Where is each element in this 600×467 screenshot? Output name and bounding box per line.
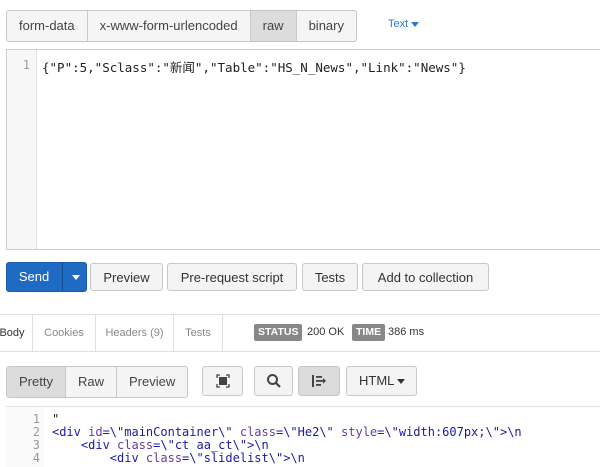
preview-button[interactable]: Preview — [90, 263, 163, 291]
tab-tests[interactable]: Tests — [174, 315, 223, 351]
chevron-down-icon — [397, 379, 406, 385]
response-code-line: 2 <div id=\"mainContainer\" class=\"He2\"… — [6, 425, 600, 439]
tab-preview-view[interactable]: Preview — [117, 367, 187, 397]
response-code-line: 1 " — [6, 412, 600, 426]
response-code-line: 4 <div class=\"slidelist\">\n — [6, 451, 600, 465]
format-dropdown[interactable]: HTML — [346, 366, 417, 396]
chevron-down-icon — [411, 21, 420, 27]
pre-request-script-button[interactable]: Pre-request script — [167, 263, 297, 291]
send-divider — [62, 263, 63, 291]
send-button[interactable]: Send — [6, 262, 87, 292]
response-line-number: 1 — [32, 412, 40, 426]
time-badge: TIME — [352, 324, 386, 341]
status-value: 200 OK — [307, 326, 345, 338]
line-number: 1 — [22, 58, 30, 72]
response-line-text: <div id=\"mainContainer\" class=\"He2\" … — [52, 425, 522, 439]
search-icon — [266, 374, 281, 388]
format-label: HTML — [359, 373, 395, 388]
tab-cookies[interactable]: Cookies — [33, 315, 96, 351]
add-to-collection-button[interactable]: Add to collection — [362, 263, 489, 291]
tab-raw[interactable]: raw — [250, 11, 297, 41]
tests-button[interactable]: Tests — [302, 263, 358, 291]
body-type-tabs: form-data x-www-form-urlencoded raw bina… — [6, 10, 357, 42]
tab-x-www-form-urlencoded[interactable]: x-www-form-urlencoded — [88, 11, 251, 41]
wrap-lines-icon — [312, 375, 326, 387]
search-button[interactable] — [254, 366, 293, 396]
line-gutter: 1 — [7, 50, 37, 249]
status-badge: STATUS — [254, 324, 303, 341]
fullscreen-button[interactable] — [202, 366, 243, 396]
send-dropdown-icon[interactable] — [72, 275, 80, 280]
expand-icon — [215, 374, 230, 388]
response-line-number: 4 — [32, 451, 40, 465]
tab-body[interactable]: Body — [0, 315, 33, 351]
text-type-dropdown[interactable]: Text — [388, 18, 420, 30]
tab-form-data[interactable]: form-data — [7, 11, 88, 41]
response-code-line: 3 <div class=\"ct aa_ct\">\n — [6, 438, 600, 452]
request-body-text[interactable]: {"P":5,"Sclass":"新闻","Table":"HS_N_News"… — [42, 57, 466, 76]
tab-headers[interactable]: Headers (9) — [96, 315, 174, 351]
send-label: Send — [18, 269, 50, 284]
response-tabs: Body Cookies Headers (9) Tests STATUS 20… — [0, 314, 600, 352]
response-view-tabs: Pretty Raw Preview — [6, 366, 189, 398]
response-line-text: <div class=\"ct aa_ct\">\n — [52, 438, 269, 452]
request-body-editor[interactable]: 1 {"P":5,"Sclass":"新闻","Table":"HS_N_New… — [6, 49, 600, 250]
text-type-label: Text — [388, 18, 409, 30]
response-body-viewer[interactable]: 1 " 2 <div id=\"mainContainer\" class=\"He2… — [6, 406, 600, 467]
response-line-number: 2 — [32, 425, 40, 439]
time-value: 386 ms — [388, 326, 425, 338]
tab-binary[interactable]: binary — [297, 11, 356, 41]
response-line-text: " — [52, 412, 60, 426]
response-line-text: <div class=\"slidelist\">\n — [52, 451, 305, 465]
tab-raw-view[interactable]: Raw — [66, 367, 117, 397]
response-line-number: 3 — [32, 438, 40, 452]
tab-pretty[interactable]: Pretty — [7, 367, 66, 397]
wrap-lines-button[interactable] — [298, 366, 340, 396]
